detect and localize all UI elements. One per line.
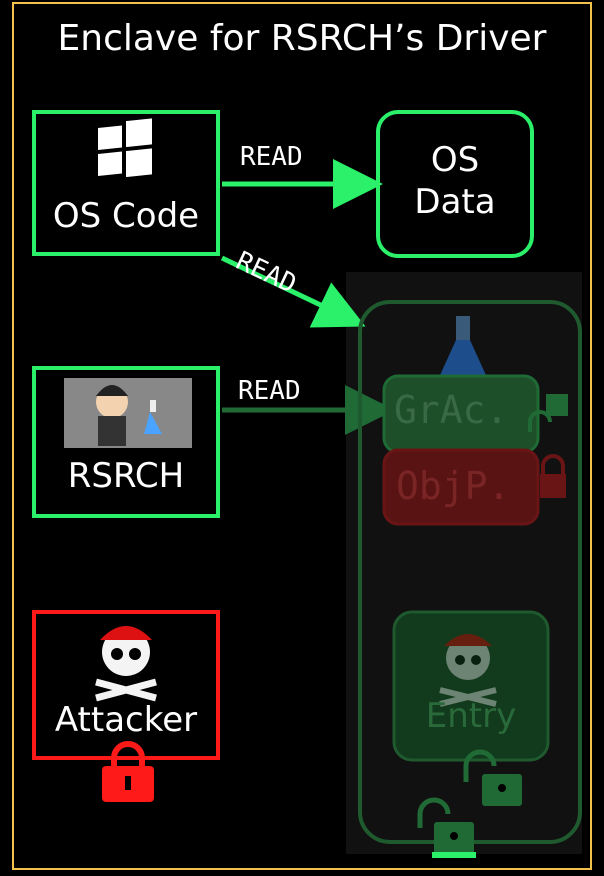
rsrch-label: RSRCH: [67, 456, 185, 496]
read-label-top: READ: [240, 142, 303, 172]
attacker-label: Attacker: [54, 700, 198, 740]
bottom-unlocked-padlock-icon: [417, 797, 476, 858]
read-label-mid: READ: [238, 376, 301, 406]
attacker-box: Attacker: [32, 610, 220, 760]
flask-icon: [436, 316, 490, 384]
os-data-box: OS Data: [376, 110, 534, 258]
os-data-label-line2: Data: [414, 182, 496, 222]
objp-label: ObjP.: [396, 464, 511, 508]
os-code-label: OS Code: [52, 196, 200, 236]
os-data-label-line1: OS: [430, 140, 480, 180]
grac-label: GrAc.: [394, 388, 509, 432]
diagram-stage: Enclave for RSRCH’s Driver OS Code OS Da…: [0, 0, 604, 876]
rsrch-box: RSRCH: [32, 366, 220, 518]
os-code-box: OS Code: [32, 110, 220, 256]
entry-label: Entry: [425, 696, 517, 736]
objp-locked-padlock-icon: [540, 454, 566, 498]
